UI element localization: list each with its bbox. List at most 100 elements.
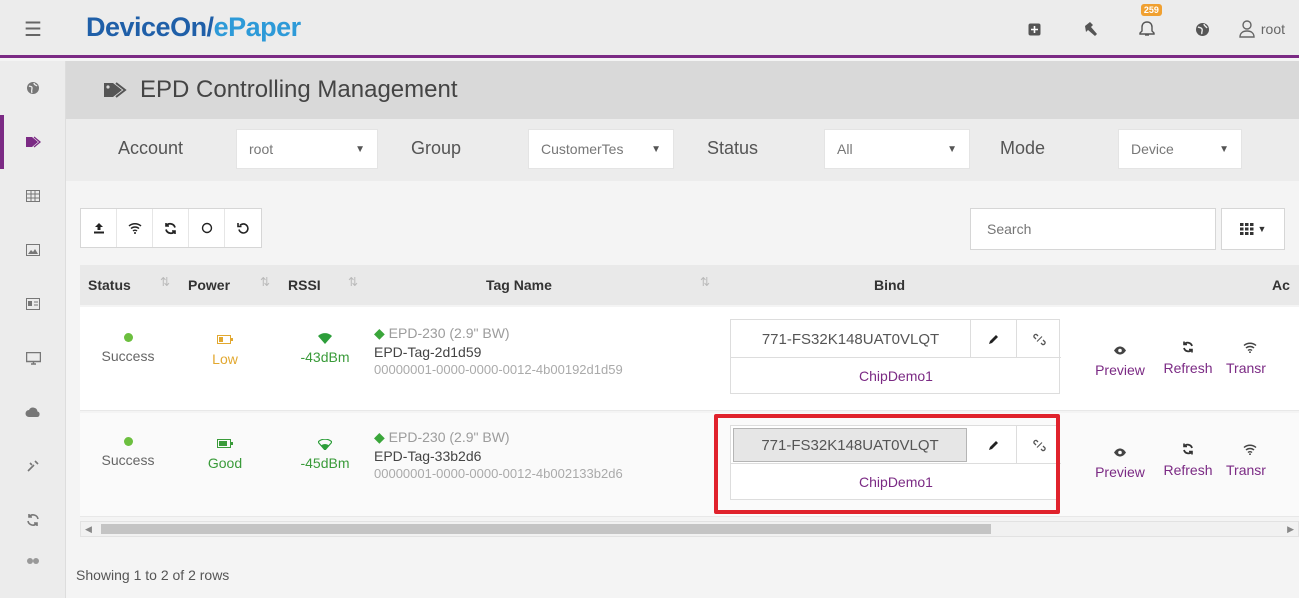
table-row: Success Good -45dBm ◆ EPD-230 (2.9" BW) … bbox=[80, 413, 1299, 517]
sidebar-id-card-icon[interactable] bbox=[0, 277, 66, 331]
scroll-left-icon[interactable]: ◀ bbox=[85, 522, 92, 536]
pencil-icon bbox=[988, 335, 998, 344]
top-bar: ☰ DeviceOn/ePaper 259 root bbox=[0, 0, 1299, 58]
refresh-icon bbox=[1156, 341, 1220, 356]
table-header: Status ⇅ Power ⇅ RSSI ⇅ Tag Name ⇅ Bind … bbox=[80, 265, 1299, 305]
refresh-action[interactable]: Refresh bbox=[1156, 443, 1220, 478]
sort-icon: ⇅ bbox=[260, 275, 271, 289]
bind-name-link[interactable]: ChipDemo1 bbox=[731, 358, 1061, 394]
mode-label: Mode bbox=[1000, 138, 1046, 158]
bell-icon[interactable]: 259 bbox=[1119, 0, 1175, 58]
bind-box: 771-FS32K148UAT0VLQT ChipDemo1 bbox=[730, 319, 1061, 394]
refresh-button[interactable] bbox=[153, 209, 189, 247]
tag-icon: ◆ bbox=[374, 325, 385, 341]
bind-value-button[interactable]: 771-FS32K148UAT0VLQT bbox=[731, 320, 971, 358]
scroll-thumb[interactable] bbox=[101, 524, 991, 534]
tags-icon bbox=[104, 82, 127, 98]
sidebar-refresh-icon[interactable] bbox=[0, 493, 66, 547]
plus-square-icon[interactable] bbox=[1007, 0, 1063, 58]
sidebar-tools-icon[interactable] bbox=[0, 439, 66, 493]
rows-info: Showing 1 to 2 of 2 rows bbox=[76, 567, 230, 583]
refresh-action[interactable]: Refresh bbox=[1156, 341, 1220, 376]
user-name: root bbox=[1260, 21, 1285, 37]
bind-value-button[interactable]: 771-FS32K148UAT0VLQT bbox=[733, 428, 967, 462]
wifi-icon bbox=[1226, 341, 1274, 356]
caret-down-icon: ▼ bbox=[1219, 143, 1229, 155]
user-menu[interactable]: root bbox=[1231, 20, 1285, 38]
group-select[interactable]: CustomerTes ▼ bbox=[528, 129, 674, 169]
transmit-action[interactable]: Transr bbox=[1226, 341, 1292, 376]
battery-good-icon bbox=[192, 437, 258, 451]
upload-button[interactable] bbox=[81, 209, 117, 247]
sidebar bbox=[0, 61, 66, 598]
unlink-bind-button[interactable] bbox=[1016, 320, 1061, 358]
scroll-right-icon[interactable]: ▶ bbox=[1287, 522, 1294, 536]
header-status[interactable]: Status bbox=[88, 277, 131, 293]
caret-down-icon: ▼ bbox=[1257, 224, 1267, 234]
unlink-icon bbox=[1032, 439, 1046, 451]
header-rssi[interactable]: RSSI bbox=[288, 277, 321, 293]
power-cell: Low bbox=[192, 333, 258, 367]
sidebar-image-icon[interactable] bbox=[0, 223, 66, 277]
sort-icon: ⇅ bbox=[700, 275, 711, 289]
top-icons: 259 root bbox=[1007, 0, 1285, 58]
caret-down-icon: ▼ bbox=[651, 143, 661, 155]
caret-down-icon: ▼ bbox=[355, 143, 365, 155]
hamburger-menu-icon[interactable]: ☰ bbox=[0, 0, 66, 58]
power-cell: Good bbox=[192, 437, 258, 471]
header-tag-name[interactable]: Tag Name bbox=[486, 277, 552, 293]
sidebar-monitor-icon[interactable] bbox=[0, 331, 66, 385]
header-action[interactable]: Ac bbox=[1272, 277, 1290, 293]
globe-icon[interactable] bbox=[1175, 0, 1231, 58]
hammer-icon[interactable] bbox=[1063, 0, 1119, 58]
bind-name-link[interactable]: ChipDemo1 bbox=[731, 464, 1061, 500]
pencil-icon bbox=[988, 441, 998, 450]
horizontal-scrollbar[interactable]: ◀ ▶ bbox=[80, 521, 1299, 537]
tag-name-cell: ◆ EPD-230 (2.9" BW) EPD-Tag-33b2d6 00000… bbox=[374, 429, 623, 481]
user-icon bbox=[1239, 20, 1255, 38]
account-label: Account bbox=[118, 138, 184, 158]
sidebar-globe-icon[interactable] bbox=[0, 61, 66, 115]
signal-icon bbox=[292, 331, 358, 347]
sidebar-tags-icon[interactable] bbox=[0, 115, 66, 169]
circle-button[interactable] bbox=[189, 209, 225, 247]
transmit-button[interactable] bbox=[117, 209, 153, 247]
notification-badge: 259 bbox=[1140, 4, 1162, 16]
table-row: Success Low -43dBm ◆ EPD-230 (2.9" BW) E… bbox=[80, 307, 1299, 411]
status-label: Status bbox=[707, 138, 759, 158]
header-bind[interactable]: Bind bbox=[874, 277, 905, 293]
page-title: EPD Controlling Management bbox=[140, 76, 458, 103]
wifi-icon bbox=[1226, 443, 1274, 458]
unlink-bind-button[interactable] bbox=[1016, 426, 1061, 464]
sort-icon: ⇅ bbox=[348, 275, 359, 289]
sidebar-cloud-icon[interactable] bbox=[0, 385, 66, 439]
circle-icon bbox=[201, 222, 212, 234]
edit-bind-button[interactable] bbox=[971, 320, 1016, 358]
preview-action[interactable]: Preview bbox=[1084, 343, 1156, 378]
account-select[interactable]: root ▼ bbox=[236, 129, 378, 169]
columns-toggle-button[interactable]: ▼ bbox=[1221, 208, 1285, 250]
eye-icon bbox=[1084, 343, 1156, 358]
sidebar-users-icon[interactable] bbox=[0, 547, 66, 577]
header-power[interactable]: Power bbox=[188, 277, 230, 293]
page-header: EPD Controlling Management bbox=[66, 61, 1299, 119]
search-input[interactable] bbox=[970, 208, 1216, 250]
filter-bar: Account root ▼ Group CustomerTes ▼ Status … bbox=[66, 119, 1299, 181]
main-panel: ▼ Status ⇅ Power ⇅ RSSI ⇅ Tag Name ⇅ Bin… bbox=[66, 181, 1299, 598]
sidebar-table-icon[interactable] bbox=[0, 169, 66, 223]
refresh-icon bbox=[1156, 443, 1220, 458]
undo-button[interactable] bbox=[225, 209, 261, 247]
battery-low-icon bbox=[192, 333, 258, 347]
mode-select[interactable]: Device ▼ bbox=[1118, 129, 1242, 169]
status-cell: Success bbox=[88, 333, 168, 364]
sort-icon: ⇅ bbox=[160, 275, 171, 289]
signal-icon bbox=[292, 437, 358, 453]
edit-bind-button[interactable] bbox=[971, 426, 1016, 464]
tag-icon: ◆ bbox=[374, 429, 385, 445]
preview-action[interactable]: Preview bbox=[1084, 445, 1156, 480]
transmit-action[interactable]: Transr bbox=[1226, 443, 1292, 478]
status-select[interactable]: All ▼ bbox=[824, 129, 970, 169]
refresh-icon bbox=[165, 222, 176, 234]
eye-icon bbox=[1084, 445, 1156, 460]
brand-logo[interactable]: DeviceOn/ePaper bbox=[86, 12, 301, 43]
